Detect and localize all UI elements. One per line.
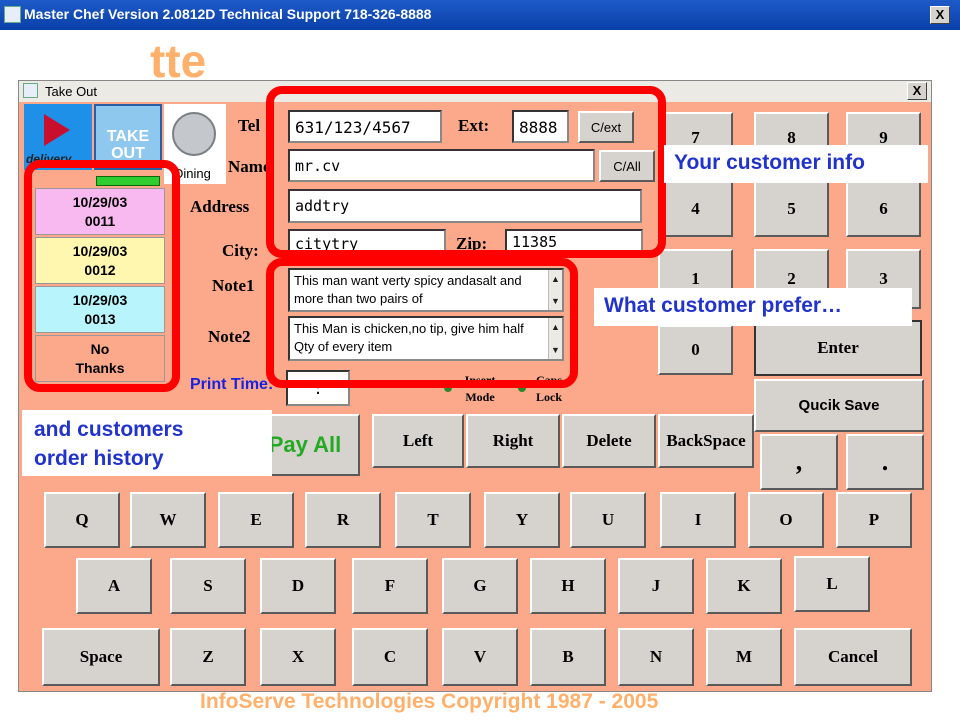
key-0[interactable]: 0 [658,325,733,375]
enter-button[interactable]: Enter [754,320,922,376]
key-4[interactable]: 4 [658,181,733,237]
key-b[interactable]: B [530,628,606,686]
key-n[interactable]: N [618,628,694,686]
callout-history-line1: and customers [34,418,184,441]
takeout-label: TAKE OUT [106,128,150,162]
tel-label: Tel [238,116,261,135]
note2-label: Note2 [208,327,251,346]
key-v[interactable]: V [442,628,518,686]
key-k[interactable]: K [706,558,782,614]
key-x[interactable]: X [260,628,336,686]
key-i[interactable]: I [660,492,736,548]
window-title: Master Chef Version 2.0812D Technical Su… [24,6,432,22]
highlight-order-history [24,160,180,392]
delete-key[interactable]: Delete [562,414,656,468]
key-m[interactable]: M [706,628,782,686]
key-c[interactable]: C [352,628,428,686]
note1-label: Note1 [212,276,255,295]
right-key[interactable]: Right [466,414,560,468]
address-label: Address [190,197,250,216]
key-comma[interactable]: , [760,434,838,490]
key-u[interactable]: U [570,492,646,548]
dialog-icon [23,83,38,98]
key-p[interactable]: P [836,492,912,548]
callout-history-line2: order history [34,447,164,470]
key-d[interactable]: D [260,558,336,614]
key-g[interactable]: G [442,558,518,614]
background-footer: InfoServe Technologies Copyright 1987 - … [200,690,659,713]
left-key[interactable]: Left [372,414,464,468]
key-h[interactable]: H [530,558,606,614]
backspace-key[interactable]: BackSpace [658,414,754,468]
key-o[interactable]: O [748,492,824,548]
key-z[interactable]: Z [170,628,246,686]
cancel-key[interactable]: Cancel [794,628,912,686]
right-margin [935,30,960,720]
key-period[interactable]: . [846,434,924,490]
window-title-bar: Master Chef Version 2.0812D Technical Su… [0,0,960,30]
callout-prefer: What customer prefer… [594,288,912,326]
callout-customer-info: Your customer info [664,145,928,183]
key-e[interactable]: E [218,492,294,548]
city-label: City: [222,241,259,260]
name-label: Name [228,157,271,176]
dialog-title: Take Out [45,84,98,99]
key-t[interactable]: T [395,492,471,548]
app-icon [4,6,21,23]
window-close-button[interactable]: X [930,6,950,24]
highlight-customer-info [266,86,666,258]
key-s[interactable]: S [170,558,246,614]
key-w[interactable]: W [130,492,206,548]
dining-table-icon [172,112,216,156]
key-y[interactable]: Y [484,492,560,548]
play-icon [44,114,70,146]
highlight-notes [266,258,578,388]
dialog-close-button[interactable]: X [907,82,927,100]
key-q[interactable]: Q [44,492,120,548]
key-j[interactable]: J [618,558,694,614]
quick-save-button[interactable]: Qucik Save [754,379,924,432]
key-r[interactable]: R [305,492,381,548]
key-l[interactable]: L [794,556,870,612]
key-5[interactable]: 5 [754,181,829,237]
key-6[interactable]: 6 [846,181,921,237]
print-time-label: Print Time: [190,376,274,393]
key-a[interactable]: A [76,558,152,614]
callout-order-history: and customers order history [22,410,272,476]
key-f[interactable]: F [352,558,428,614]
space-key[interactable]: Space [42,628,160,686]
